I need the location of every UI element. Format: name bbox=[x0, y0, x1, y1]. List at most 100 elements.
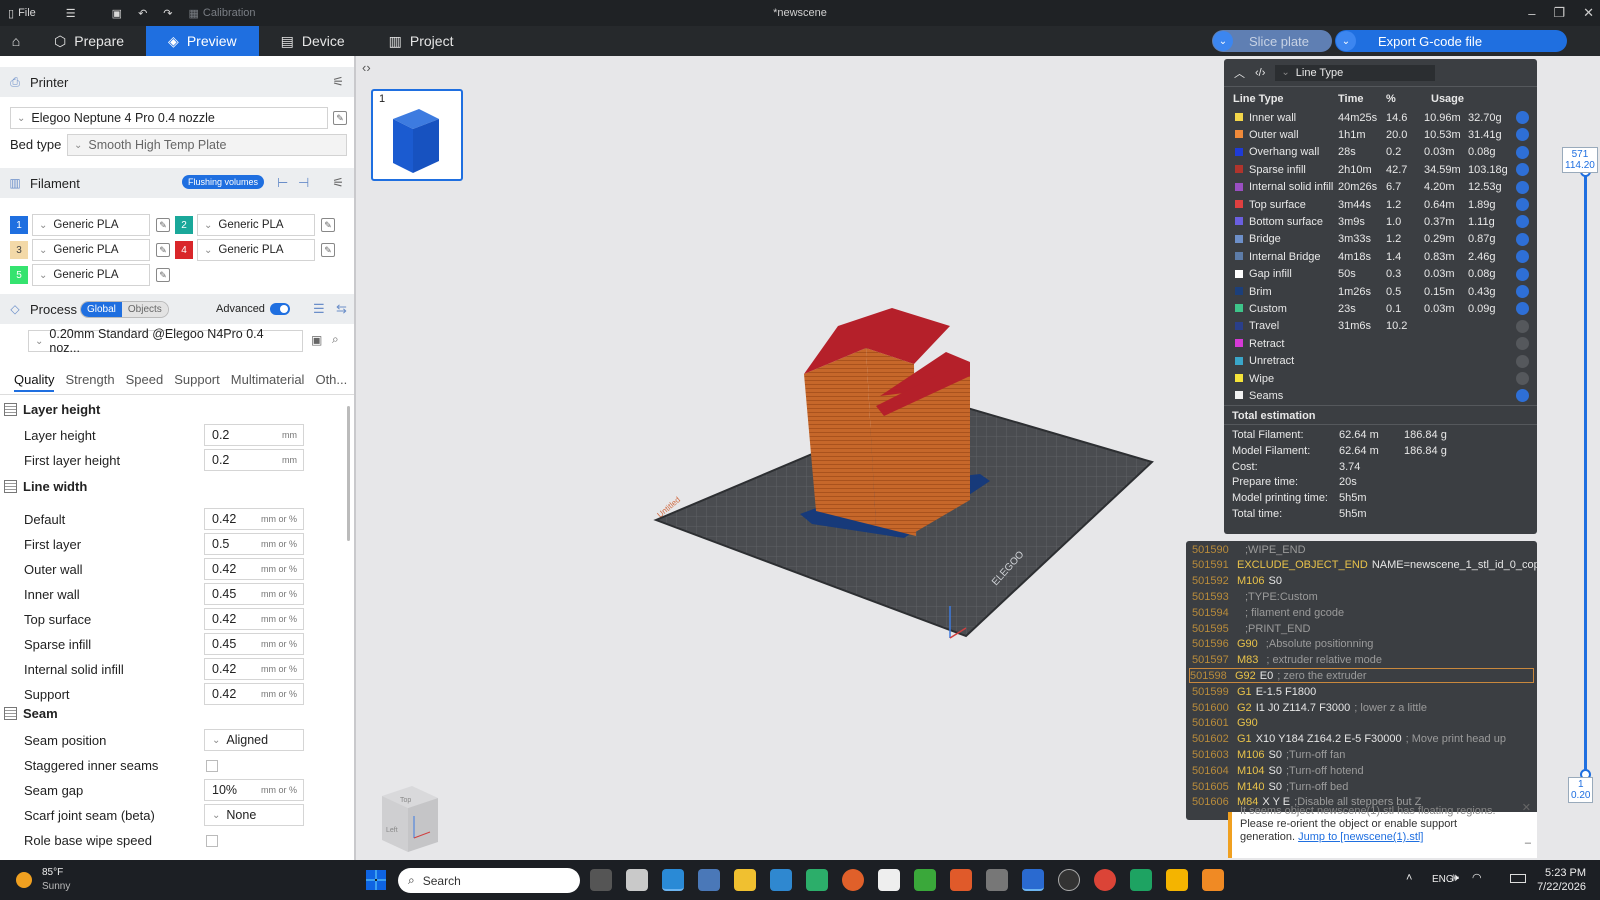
line-width-input[interactable]: 0.45 mm or % bbox=[204, 583, 304, 605]
battery-icon[interactable] bbox=[1510, 874, 1526, 883]
visibility-toggle-icon[interactable] bbox=[1516, 163, 1529, 177]
filament-select[interactable]: ⌄ Generic PLA bbox=[32, 239, 150, 261]
edge-icon[interactable] bbox=[662, 869, 684, 891]
view-cube[interactable]: Top Left bbox=[370, 782, 440, 852]
chevron-up-icon[interactable]: ˄ bbox=[1406, 872, 1412, 884]
tab-device[interactable]: ▤ Device bbox=[259, 26, 367, 56]
gcode-line[interactable]: 501605 M140 S0 ;Turn-off bed bbox=[1192, 779, 1348, 794]
chrome-icon[interactable] bbox=[1094, 869, 1116, 891]
gcode-line[interactable]: 501598 G92 E0; zero the extruder bbox=[1189, 668, 1534, 684]
gcode-line[interactable]: 501595 ;PRINT_END bbox=[1192, 621, 1310, 636]
tab-support[interactable]: Support bbox=[174, 372, 220, 392]
taskbar-search[interactable]: ⌕ Search bbox=[398, 868, 580, 893]
calculator-icon[interactable] bbox=[698, 869, 720, 891]
jump-to-object-link[interactable]: Jump to [newscene(1).stl] bbox=[1298, 831, 1423, 843]
close-icon[interactable]: ✕ bbox=[1583, 5, 1594, 21]
undo-icon[interactable]: ↶ bbox=[130, 7, 155, 20]
wifi-icon[interactable]: ◠ bbox=[1472, 871, 1482, 884]
file-explorer-icon[interactable] bbox=[734, 869, 756, 891]
line-width-input[interactable]: 0.45 mm or % bbox=[204, 633, 304, 655]
filament-select[interactable]: ⌄ Generic PLA bbox=[32, 214, 150, 236]
visibility-toggle-icon[interactable] bbox=[1516, 285, 1529, 298]
gcode-line[interactable]: 501601 G90 bbox=[1192, 716, 1266, 731]
compare-icon[interactable]: ⇆ bbox=[336, 301, 347, 317]
language-indicator[interactable]: ENG bbox=[1432, 874, 1454, 885]
tab-speed[interactable]: Speed bbox=[126, 372, 164, 392]
globe-icon[interactable] bbox=[1058, 869, 1080, 891]
visibility-toggle-icon[interactable] bbox=[1516, 215, 1529, 229]
scarf-seam-select[interactable]: ⌄ None bbox=[204, 804, 304, 826]
filament-select[interactable]: ⌄ Generic PLA bbox=[197, 239, 315, 261]
task-view-icon[interactable] bbox=[590, 869, 612, 891]
line-width-input[interactable]: 0.5 mm or % bbox=[204, 533, 304, 555]
visibility-toggle-icon[interactable] bbox=[1516, 232, 1529, 246]
orca-slicer-icon[interactable] bbox=[1022, 869, 1044, 891]
visibility-toggle-icon[interactable] bbox=[1516, 128, 1529, 142]
slice-plate-button[interactable]: ⌄ Slice plate bbox=[1212, 30, 1332, 52]
cube-app-icon[interactable] bbox=[986, 869, 1008, 891]
redo-icon[interactable]: ↷ bbox=[155, 7, 180, 20]
visibility-toggle-icon[interactable] bbox=[1516, 372, 1529, 385]
tab-prepare[interactable]: ⬡ Prepare bbox=[32, 26, 146, 56]
system-clock[interactable]: 5:23 PM 7/22/2026 bbox=[1537, 866, 1586, 894]
slicer-app-icon[interactable] bbox=[950, 869, 972, 891]
save-icon[interactable]: ▣ bbox=[104, 7, 130, 20]
file-menu[interactable]: ▯ File bbox=[0, 7, 44, 20]
minimize-icon[interactable]: – bbox=[1528, 6, 1535, 21]
settings-sliders-icon[interactable]: ⚟ bbox=[332, 175, 344, 191]
view-type-select[interactable]: ⌄ Line Type bbox=[1275, 64, 1436, 81]
gcode-line[interactable]: 501590 ;WIPE_END bbox=[1192, 542, 1306, 557]
global-toggle[interactable]: Global bbox=[81, 302, 122, 317]
plate-thumbnail[interactable]: 1 bbox=[371, 89, 463, 181]
gcode-line[interactable]: 501593 ;TYPE:Custom bbox=[1192, 589, 1318, 604]
edit-filament-icon[interactable]: ✎ bbox=[156, 243, 170, 257]
line-width-input[interactable]: 0.42 mm or % bbox=[204, 658, 304, 680]
bed-type-select[interactable]: ⌄ Smooth High Temp Plate bbox=[67, 134, 347, 156]
advanced-switch[interactable] bbox=[270, 303, 290, 315]
gcode-line[interactable]: 501603 M106 S0 ;Turn-off fan bbox=[1192, 747, 1345, 762]
layer-slider[interactable] bbox=[1580, 166, 1591, 780]
printer-select[interactable]: ⌄ Elegoo Neptune 4 Pro 0.4 nozzle bbox=[10, 107, 328, 129]
line-width-input[interactable]: 0.42 mm or % bbox=[204, 683, 304, 705]
edit-printer-icon[interactable]: ✎ bbox=[333, 111, 347, 125]
start-icon[interactable] bbox=[366, 870, 386, 890]
visibility-toggle-icon[interactable] bbox=[1516, 354, 1529, 368]
line-width-input[interactable]: 0.42 mm or % bbox=[204, 508, 304, 530]
close-icon[interactable]: ✕ bbox=[1522, 802, 1531, 815]
visibility-toggle-icon[interactable] bbox=[1516, 337, 1529, 351]
picasa-icon[interactable] bbox=[1166, 869, 1188, 891]
tab-strength[interactable]: Strength bbox=[65, 372, 114, 392]
seam-position-select[interactable]: ⌄ Aligned bbox=[204, 729, 304, 751]
store-icon[interactable] bbox=[626, 869, 648, 891]
tab-quality[interactable]: Quality bbox=[14, 372, 55, 392]
visibility-toggle-icon[interactable] bbox=[1516, 145, 1529, 159]
dropdown-chevron-icon[interactable]: ⌄ bbox=[1336, 31, 1356, 51]
cards-icon[interactable] bbox=[878, 869, 900, 891]
visibility-toggle-icon[interactable] bbox=[1516, 250, 1529, 264]
gcode-line[interactable]: 501599 G1 E-1.5 F1800 bbox=[1192, 684, 1320, 699]
minimize-icon[interactable]: – bbox=[1525, 837, 1531, 850]
minecraft-icon[interactable] bbox=[914, 869, 936, 891]
gcode-line[interactable]: 501592 M106 S0 bbox=[1192, 574, 1286, 589]
filament-select[interactable]: ⌄ Generic PLA bbox=[197, 214, 315, 236]
scrollbar[interactable] bbox=[347, 406, 350, 541]
edge-browser-icon[interactable] bbox=[806, 869, 828, 891]
gcode-line[interactable]: 501594 ; filament end gcode bbox=[1192, 605, 1344, 620]
filament-select[interactable]: ⌄ Generic PLA bbox=[32, 264, 150, 286]
role-wipe-checkbox[interactable] bbox=[206, 835, 218, 847]
visibility-toggle-icon[interactable] bbox=[1516, 111, 1529, 124]
export-gcode-button[interactable]: ⌄ Export G-code file bbox=[1335, 30, 1567, 52]
photos-icon[interactable] bbox=[770, 869, 792, 891]
settings-sliders-icon[interactable]: ⚟ bbox=[332, 74, 344, 90]
process-profile-select[interactable]: ⌄ 0.20mm Standard @Elegoo N4Pro 0.4 noz..… bbox=[28, 327, 303, 355]
edit-filament-icon[interactable]: ✎ bbox=[321, 218, 335, 232]
edit-filament-icon[interactable]: ✎ bbox=[156, 268, 170, 282]
tab-preview[interactable]: ◈ Preview bbox=[146, 26, 259, 56]
menu-icon[interactable]: ☰ bbox=[58, 7, 84, 20]
restore-icon[interactable]: ❐ bbox=[1553, 5, 1565, 21]
collapse-up-icon[interactable]: ︿ bbox=[1234, 65, 1245, 81]
gcode-viewer[interactable]: 501590 ;WIPE_END 501591 EXCLUDE_OBJECT_END N… bbox=[1186, 541, 1537, 820]
gcode-line[interactable]: 501591 EXCLUDE_OBJECT_END NAME=newscene_1_… bbox=[1192, 558, 1537, 573]
layer-height-input[interactable]: 0.2 mm bbox=[204, 424, 304, 446]
gcode-line[interactable]: 501596 G90 ;Absolute positionning bbox=[1192, 637, 1373, 652]
